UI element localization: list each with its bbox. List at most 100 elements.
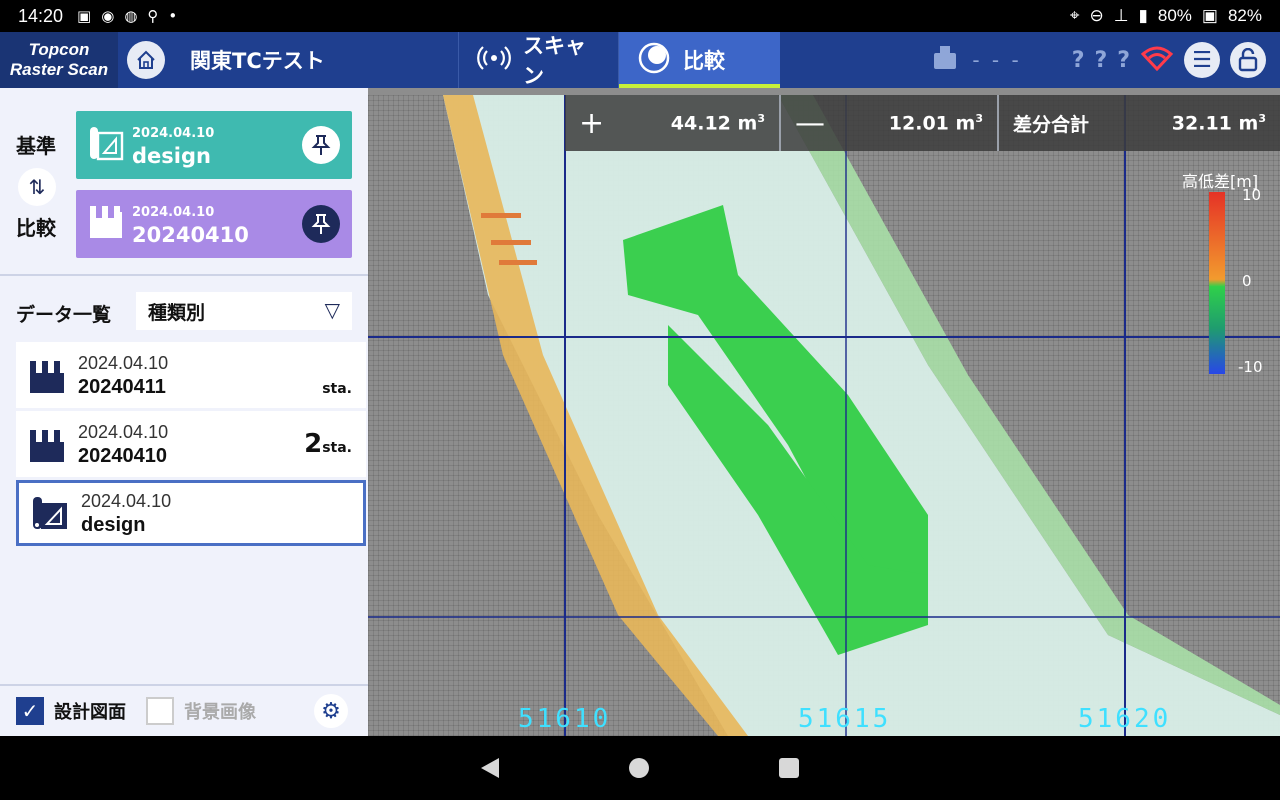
project-title: 関東TCテスト [190, 49, 325, 73]
list-item[interactable]: 2024.04.10 20240410 2sta. [16, 411, 366, 477]
legend-min: -10 [1238, 358, 1263, 376]
lock-button[interactable] [1230, 42, 1266, 78]
compare-card[interactable]: 2024.04.10 20240410 [76, 190, 352, 258]
total-value: 32.11 m3 [1171, 111, 1266, 135]
device-status: - - - [972, 48, 1022, 72]
more-notifications-icon: • [168, 7, 178, 25]
legend-max: 10 [1242, 186, 1262, 204]
usb-icon: ⚲ [147, 7, 159, 25]
scan-data-icon [30, 361, 64, 393]
coord-label: 51615 [798, 704, 892, 734]
swap-icon: ⇅ [28, 175, 46, 199]
legend-color-bar [1209, 192, 1225, 374]
clock: 14:20 [18, 5, 64, 26]
status-bar: 14:20 ▣ ◉ ◍ ⚲ • ⌖ ⊖ ⊥ ▮ 80% ▣ 82% [0, 0, 1280, 32]
elevation-legend: 高低差[m] 10 0 -10 [1172, 168, 1280, 378]
device-icon[interactable] [928, 41, 962, 79]
map-canvas [368, 95, 1280, 736]
coord-label: 51620 [1078, 704, 1172, 734]
data-list-title: データ一覧 [16, 304, 112, 326]
list-item[interactable]: 2024.04.10 design [16, 480, 366, 546]
battery-icon: ▮ [1138, 6, 1148, 25]
base-date: 2024.04.10 [132, 126, 215, 141]
tab-scan-label: スキャン [523, 34, 586, 88]
location-icon: ⌖ [1069, 6, 1080, 25]
divider [0, 274, 368, 276]
check-icon: ✓ [21, 699, 39, 723]
cut-value: 44.12 m3 [670, 111, 765, 135]
brand-logo: Topcon Raster Scan [0, 32, 118, 88]
fill-value: 12.01 m3 [888, 111, 983, 135]
dropdown-triangle-icon: ▽ [324, 298, 340, 322]
plus-icon: + [579, 105, 605, 141]
home-icon [127, 41, 165, 79]
item-date: 2024.04.10 [78, 353, 169, 373]
back-icon[interactable] [481, 758, 499, 778]
design-drawing-label: 設計図面 [54, 702, 126, 723]
compare-icon [637, 41, 671, 80]
home-nav-icon[interactable] [629, 758, 649, 778]
menu-button[interactable]: ☰ [1184, 42, 1220, 78]
item-name: 20240410 [78, 445, 167, 467]
base-pin-button[interactable] [302, 126, 340, 164]
help-icon[interactable]: ? [1072, 48, 1085, 73]
volume-bar: + 44.12 m3 — 12.01 m3 差分合計 32.11 m3 [565, 95, 1280, 151]
scan-data-icon [88, 202, 124, 246]
battery-percent-1: 80% [1157, 6, 1192, 25]
dnd-icon: ⊖ [1089, 6, 1104, 25]
compare-pin-button[interactable] [302, 205, 340, 243]
pin-icon [311, 135, 331, 155]
total-label: 差分合計 [1013, 113, 1090, 136]
app-bar: Topcon Raster Scan 関東TCテスト スキャン 比較 - - -… [0, 32, 1280, 88]
tab-scan[interactable]: スキャン [458, 32, 618, 88]
map-top-gap [368, 88, 1280, 95]
battery-percent-2: 82% [1227, 6, 1262, 25]
data-filter-value: 種類別 [148, 301, 206, 324]
battery-unknown-icon-2: ? [1117, 47, 1130, 73]
item-name: design [81, 514, 146, 536]
image-notification-icon: ▣ [77, 7, 92, 25]
legend-mid: 0 [1242, 272, 1252, 290]
data-filter-select[interactable]: 種類別 ▽ [136, 292, 352, 330]
item-date: 2024.04.10 [78, 422, 169, 442]
design-file-icon [88, 123, 124, 167]
system-nav-bar [0, 736, 1280, 800]
scan-icon [477, 41, 511, 80]
coord-label: 51610 [518, 704, 612, 734]
design-file-icon [33, 497, 67, 529]
tab-compare-label: 比較 [683, 49, 725, 73]
settings-button[interactable]: ⚙ [314, 694, 348, 728]
background-image-checkbox[interactable] [146, 697, 174, 725]
menu-icon: ☰ [1192, 47, 1212, 73]
minus-icon: — [795, 105, 825, 141]
base-name: design [132, 144, 211, 168]
item-sta: sta. [322, 381, 352, 397]
app-notification-icon: ◉ [101, 7, 115, 25]
compare-date: 2024.04.10 [132, 205, 215, 220]
map-view[interactable] [368, 95, 1280, 736]
pin-icon [311, 214, 331, 234]
battery-unknown-icon: ? [1094, 47, 1108, 73]
gear-icon: ⚙ [321, 698, 341, 724]
bottom-options: ✓ 設計図面 背景画像 ⚙ [0, 686, 368, 736]
cut-volume: + 44.12 m3 [565, 95, 781, 151]
chat-notification-icon: ◍ [124, 7, 138, 25]
design-drawing-checkbox[interactable]: ✓ [16, 697, 44, 725]
home-button[interactable] [118, 32, 174, 88]
item-date: 2024.04.10 [81, 491, 172, 511]
tab-compare[interactable]: 比較 [618, 32, 780, 88]
compare-name: 20240410 [132, 223, 249, 247]
fill-volume: — 12.01 m3 [781, 95, 999, 151]
brand-line2: Raster Scan [9, 60, 109, 79]
item-name: 20240411 [78, 376, 166, 398]
signal-icon: ⊥ [1113, 6, 1129, 25]
total-volume: 差分合計 32.11 m3 [999, 95, 1280, 151]
list-item[interactable]: 2024.04.10 20240411 sta. [16, 342, 366, 408]
base-label: 基準 [16, 134, 56, 158]
recents-icon[interactable] [779, 758, 799, 778]
swap-button[interactable]: ⇅ [18, 168, 56, 206]
scan-data-icon [30, 430, 64, 462]
item-sta: 2sta. [304, 429, 352, 459]
background-image-label: 背景画像 [184, 702, 256, 723]
base-card[interactable]: 2024.04.10 design [76, 111, 352, 179]
